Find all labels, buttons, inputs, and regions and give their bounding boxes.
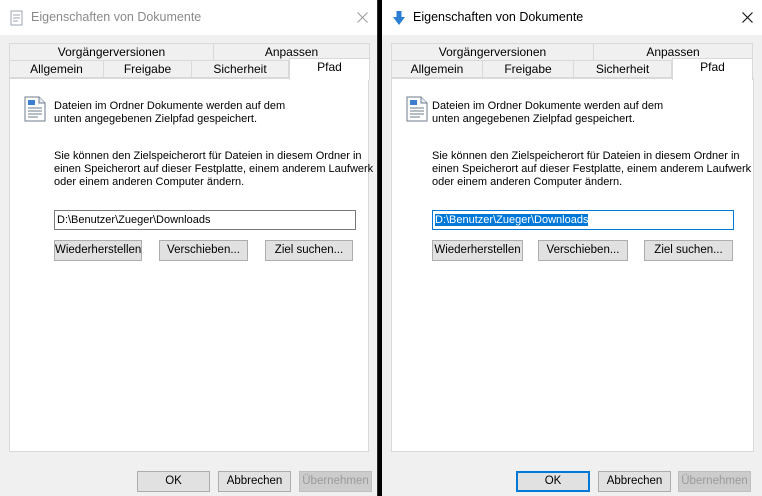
tab-strip: Vorgängerversionen Anpassen Allgemein Fr…: [9, 43, 370, 80]
description-line: einen Speicherort auf dieser Festplatte,…: [432, 163, 752, 175]
close-button[interactable]: [732, 0, 762, 35]
tab-general[interactable]: Allgemein: [9, 60, 104, 78]
close-icon: [356, 12, 368, 23]
ok-button[interactable]: OK: [516, 471, 590, 492]
apply-button[interactable]: Übernehmen: [299, 471, 372, 492]
description-line: oder einem anderen Computer ändern.: [54, 176, 245, 188]
move-button[interactable]: Verschieben...: [538, 240, 628, 261]
path-tab-panel: Dateien im Ordner Dokumente werden auf d…: [9, 78, 373, 452]
path-value: D:\Benutzer\Zueger\Downloads: [57, 214, 211, 226]
find-target-button[interactable]: Ziel suchen...: [265, 240, 353, 261]
find-target-button[interactable]: Ziel suchen...: [644, 240, 733, 261]
close-icon: [741, 12, 753, 23]
cancel-button[interactable]: Abbrechen: [218, 471, 291, 492]
description-line: oder einem anderen Computer ändern.: [432, 176, 623, 188]
tab-security[interactable]: Sicherheit: [573, 60, 672, 78]
tab-strip: Vorgängerversionen Anpassen Allgemein Fr…: [391, 43, 754, 80]
tab-previous-versions[interactable]: Vorgängerversionen: [391, 43, 594, 61]
apply-button[interactable]: Übernehmen: [678, 471, 751, 492]
tab-sharing[interactable]: Freigabe: [103, 60, 192, 78]
description-line: einen Speicherort auf dieser Festplatte,…: [54, 163, 374, 175]
restore-button[interactable]: Wiederherstellen: [432, 240, 523, 261]
close-button[interactable]: [347, 0, 377, 35]
info-line: unten angegebenen Zielpfad gespeichert.: [54, 113, 258, 125]
tab-path[interactable]: Pfad: [289, 58, 370, 80]
target-path-input[interactable]: D:\Benutzer\Zueger\Downloads: [432, 210, 734, 230]
description-line: Sie können den Zielspeicherort für Datei…: [432, 150, 740, 162]
target-path-input[interactable]: D:\Benutzer\Zueger\Downloads: [54, 210, 356, 230]
document-icon: [24, 96, 46, 122]
path-tab-panel: Dateien im Ordner Dokumente werden auf d…: [391, 78, 754, 452]
cancel-button[interactable]: Abbrechen: [598, 471, 671, 492]
info-line: unten angegebenen Zielpfad gespeichert.: [432, 113, 636, 125]
tab-security[interactable]: Sicherheit: [191, 60, 289, 78]
tab-general[interactable]: Allgemein: [391, 60, 483, 78]
info-line: Dateien im Ordner Dokumente werden auf d…: [432, 100, 664, 112]
document-icon: [406, 96, 428, 122]
tab-previous-versions[interactable]: Vorgängerversionen: [9, 43, 214, 61]
tab-sharing[interactable]: Freigabe: [482, 60, 574, 78]
tab-path[interactable]: Pfad: [672, 58, 753, 80]
ok-button[interactable]: OK: [137, 471, 210, 492]
description-text: Sie können den Zielspeicherort für Datei…: [432, 150, 751, 189]
window-title: Eigenschaften von Dokumente: [31, 10, 202, 24]
title-bar[interactable]: Eigenschaften von Dokumente: [0, 0, 377, 35]
path-value-selected: D:\Benutzer\Zueger\Downloads: [435, 214, 589, 226]
title-bar[interactable]: Eigenschaften von Dokumente: [382, 0, 762, 35]
document-properties-icon: [10, 10, 23, 26]
download-arrow-icon: [393, 11, 405, 25]
description-text: Sie können den Zielspeicherort für Datei…: [54, 150, 373, 189]
restore-button[interactable]: Wiederherstellen: [54, 240, 142, 261]
properties-dialog-left: Eigenschaften von Dokumente Vorgängerver…: [0, 0, 378, 496]
info-text: Dateien im Ordner Dokumente werden auf d…: [54, 100, 285, 126]
move-button[interactable]: Verschieben...: [159, 240, 248, 261]
properties-dialog-right: Eigenschaften von Dokumente Vorgängerver…: [382, 0, 762, 496]
description-line: Sie können den Zielspeicherort für Datei…: [54, 150, 362, 162]
window-title: Eigenschaften von Dokumente: [413, 10, 584, 24]
info-text: Dateien im Ordner Dokumente werden auf d…: [432, 100, 663, 126]
info-line: Dateien im Ordner Dokumente werden auf d…: [54, 100, 286, 112]
